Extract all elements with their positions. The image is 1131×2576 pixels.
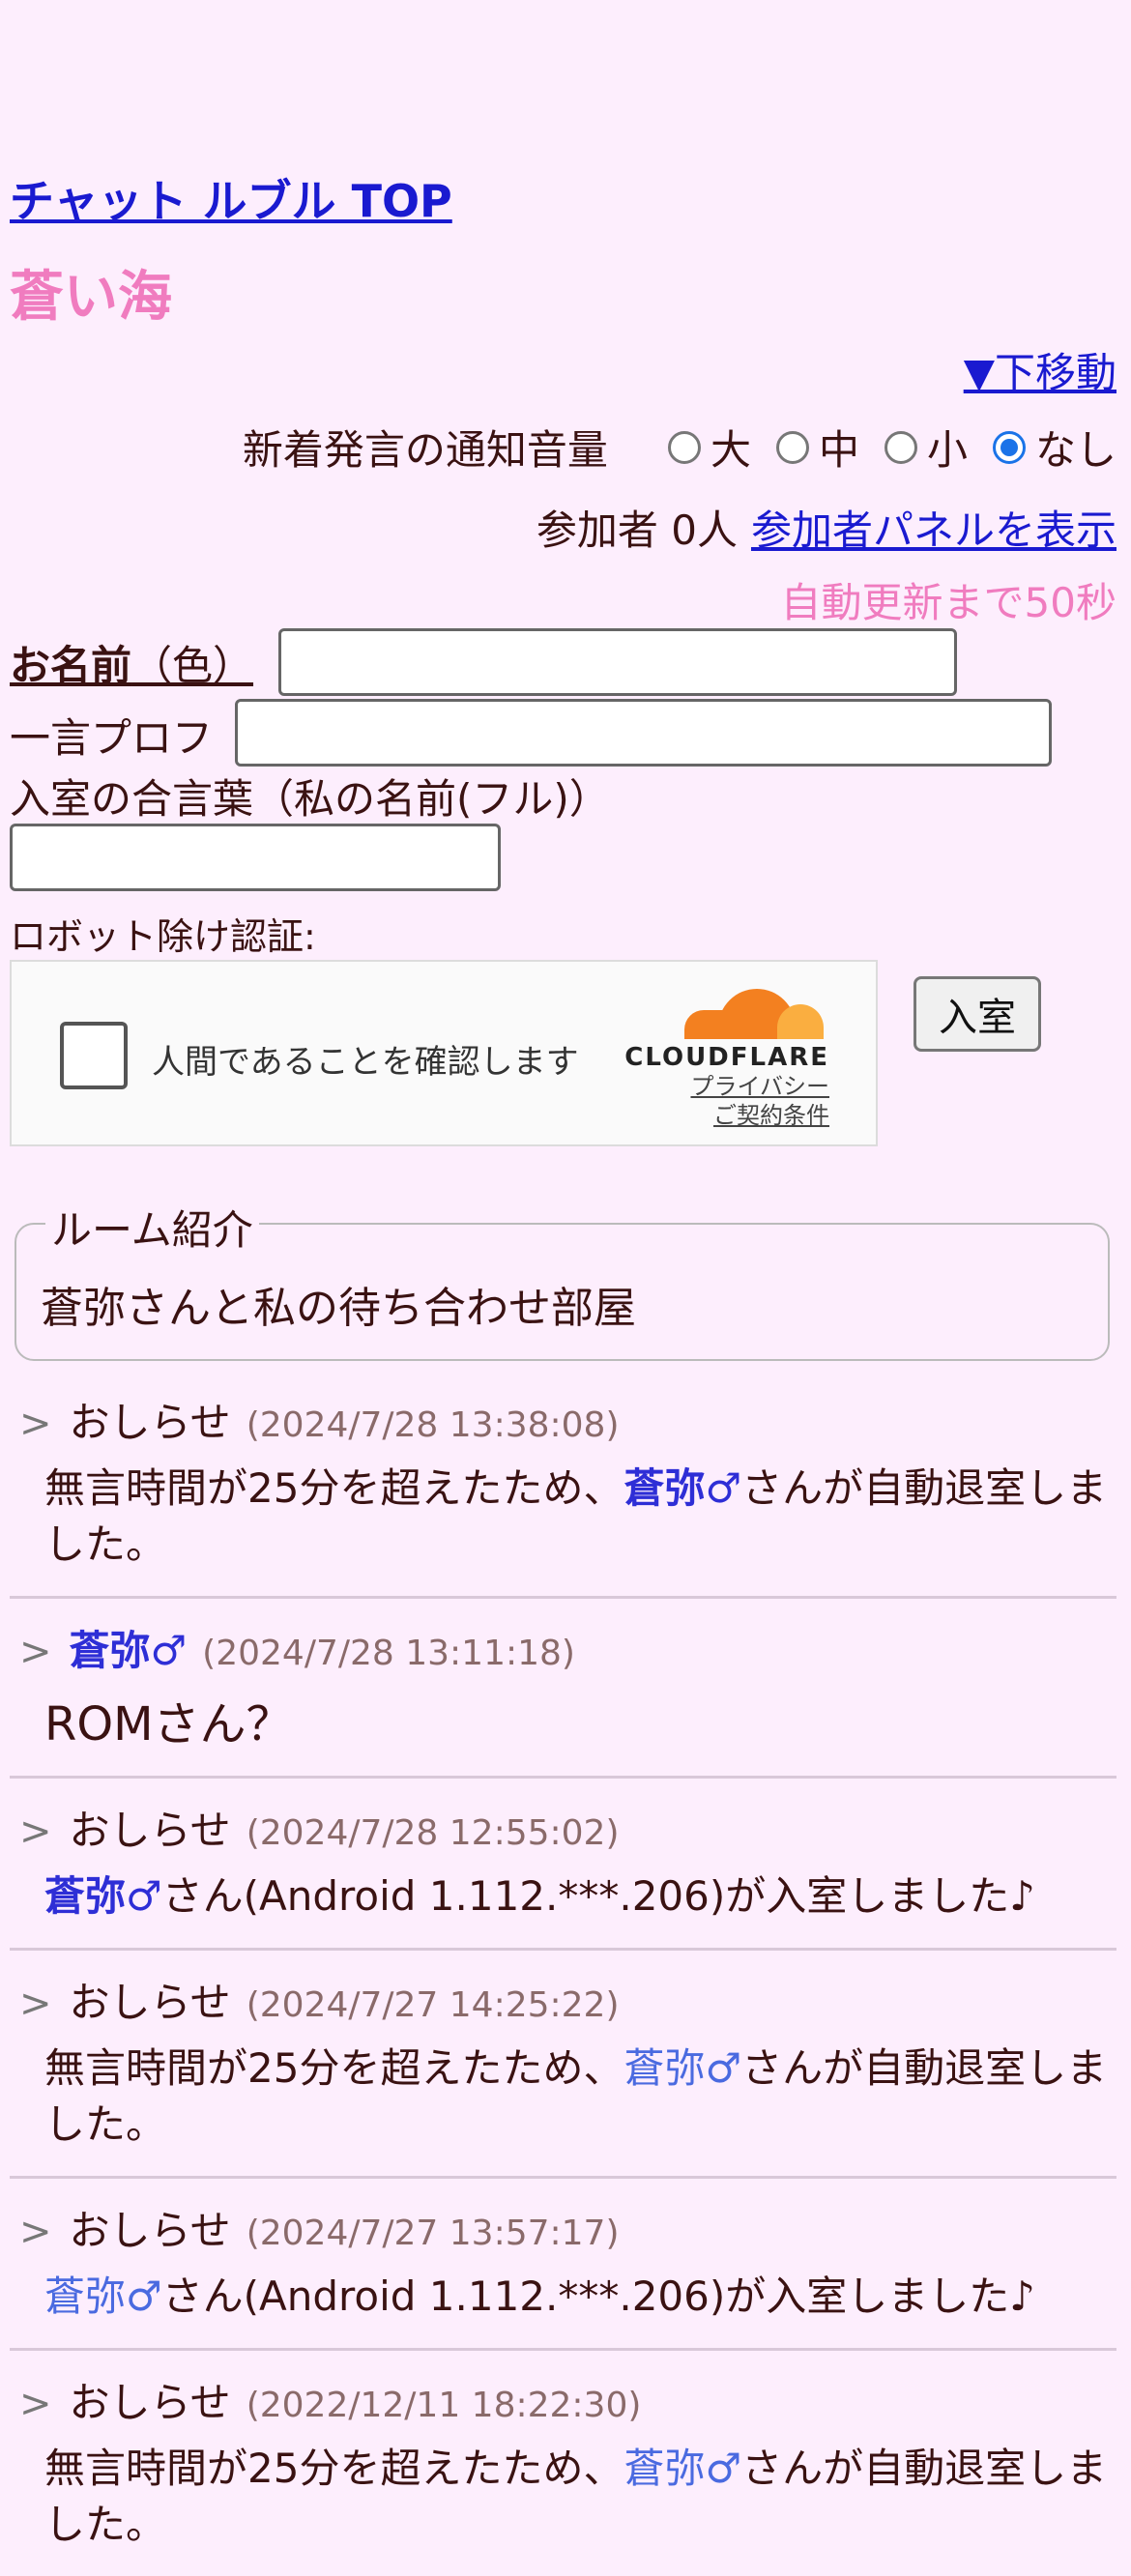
message-marker: > — [19, 1982, 52, 2026]
message-time: (2024/7/28 13:11:18) — [202, 1634, 575, 1673]
cloud-icon — [684, 989, 824, 1039]
message-item: > おしらせ (2022/12/11 18:22:30) 無言時間が25分を超えたた… — [10, 2351, 1116, 2576]
message-marker: > — [19, 1809, 52, 1854]
message-item: > おしらせ (2024/7/27 14:25:22) 無言時間が25分を超えたため… — [10, 1951, 1116, 2179]
profile-label: 一言プロフ — [10, 714, 214, 762]
captcha-widget: 人間であることを確認します CLOUDFLARE プライバシー ご契約条件 — [10, 960, 878, 1146]
volume-option-large[interactable]: 大 — [667, 418, 751, 477]
message-sender: おしらせ — [69, 1399, 231, 1446]
message-log: > おしらせ (2024/7/28 13:38:08) 無言時間が25分を超えたため… — [10, 1371, 1116, 2576]
room-intro: ルーム紹介 蒼弥さんと私の待ち合わせ部屋 — [14, 1198, 1110, 1361]
message-marker: > — [19, 1402, 52, 1446]
name-input[interactable] — [278, 628, 957, 696]
message-time: (2024/7/27 14:25:22) — [246, 1985, 620, 2025]
radio-button[interactable] — [775, 430, 809, 464]
notification-volume: 新着発言の通知音量 大 中 小 なし — [243, 418, 1116, 477]
message-body: 無言時間が25分を超えたため、蒼弥♂さんが自動退室しました。 — [44, 2445, 1108, 2548]
cloudflare-wordmark: CLOUDFLARE — [624, 1043, 829, 1072]
participants-row: 参加者 0人 参加者パネルを表示 — [536, 498, 1116, 557]
volume-option-small[interactable]: 小 — [884, 418, 968, 477]
cloudflare-logo: CLOUDFLARE プライバシー ご契約条件 — [617, 989, 829, 1130]
message-sender: おしらせ — [69, 2379, 231, 2426]
radio-button[interactable] — [884, 430, 917, 464]
name-label: お名前（色） — [10, 642, 254, 689]
password-label: 入室の合言葉（私の名前(フル)） — [10, 775, 610, 823]
message-marker: > — [19, 1630, 52, 1674]
notification-volume-label: 新着発言の通知音量 — [242, 426, 608, 474]
message-sender: おしらせ — [69, 2207, 231, 2254]
message-time: (2022/12/11 18:22:30) — [246, 2386, 642, 2425]
message-body: ROMさん？ — [44, 1697, 293, 1751]
profile-input[interactable] — [235, 699, 1052, 767]
show-participant-panel-link[interactable]: 参加者パネルを表示 — [751, 507, 1116, 554]
message-item: > おしらせ (2024/7/27 13:57:17) 蒼弥♂さん(Android … — [10, 2179, 1116, 2351]
scroll-down-link[interactable]: ▼下移動 — [964, 340, 1116, 399]
message-time: (2024/7/28 12:55:02) — [246, 1813, 620, 1853]
message-sender: おしらせ — [69, 1807, 231, 1854]
privacy-link[interactable]: プライバシー — [617, 1072, 829, 1101]
message-item: > おしらせ (2024/7/28 13:38:08) 無言時間が25分を超えたため… — [10, 1371, 1116, 1599]
message-item: > 蒼弥♂ (2024/7/28 13:11:18) ROMさん？ — [10, 1599, 1116, 1779]
message-sender: 蒼弥♂ — [69, 1627, 188, 1674]
message-body: 無言時間が25分を超えたため、蒼弥♂さんが自動退室しました。 — [44, 2044, 1108, 2148]
room-title: 蒼い海 — [10, 266, 172, 329]
enter-room-button[interactable]: 入室 — [914, 976, 1041, 1052]
top-link[interactable]: チャット ルブル TOP — [10, 166, 452, 230]
message-body: 無言時間が25分を超えたため、蒼弥♂さんが自動退室しました。 — [44, 1464, 1108, 1568]
message-body: 蒼弥♂さん(Android 1.112.***.206)が入室しました♪ — [44, 2272, 1036, 2320]
radio-button-checked[interactable] — [992, 430, 1026, 464]
user-name: 蒼弥♂ — [624, 2445, 742, 2492]
user-name: 蒼弥♂ — [44, 1872, 162, 1920]
volume-option-medium[interactable]: 中 — [775, 418, 859, 477]
participant-count: 参加者 0人 — [536, 507, 738, 554]
message-body: 蒼弥♂さん(Android 1.112.***.206)が入室しました♪ — [44, 1872, 1036, 1920]
password-input[interactable] — [10, 824, 501, 891]
room-intro-text: 蒼弥さんと私の待ち合わせ部屋 — [41, 1284, 636, 1333]
user-name: 蒼弥♂ — [624, 1464, 742, 1512]
radio-button[interactable] — [667, 430, 701, 464]
robot-check-label: ロボット除け認証: — [10, 915, 316, 958]
room-intro-legend: ルーム紹介 — [45, 1198, 259, 1257]
auto-refresh-countdown: 自動更新まで50秒 — [780, 579, 1116, 626]
terms-link[interactable]: ご契約条件 — [617, 1101, 829, 1130]
captcha-text: 人間であることを確認します — [152, 1043, 579, 1082]
message-marker: > — [19, 2210, 52, 2254]
captcha-checkbox[interactable] — [60, 1022, 128, 1089]
message-time: (2024/7/27 13:57:17) — [246, 2214, 620, 2253]
user-name: 蒼弥♂ — [624, 2044, 742, 2092]
message-marker: > — [19, 2382, 52, 2426]
volume-option-none[interactable]: なし — [992, 418, 1116, 477]
message-sender: おしらせ — [69, 1979, 231, 2026]
user-name: 蒼弥♂ — [44, 2272, 162, 2320]
message-time: (2024/7/28 13:38:08) — [246, 1405, 620, 1445]
message-item: > おしらせ (2024/7/28 12:55:02) 蒼弥♂さん(Android … — [10, 1779, 1116, 1951]
